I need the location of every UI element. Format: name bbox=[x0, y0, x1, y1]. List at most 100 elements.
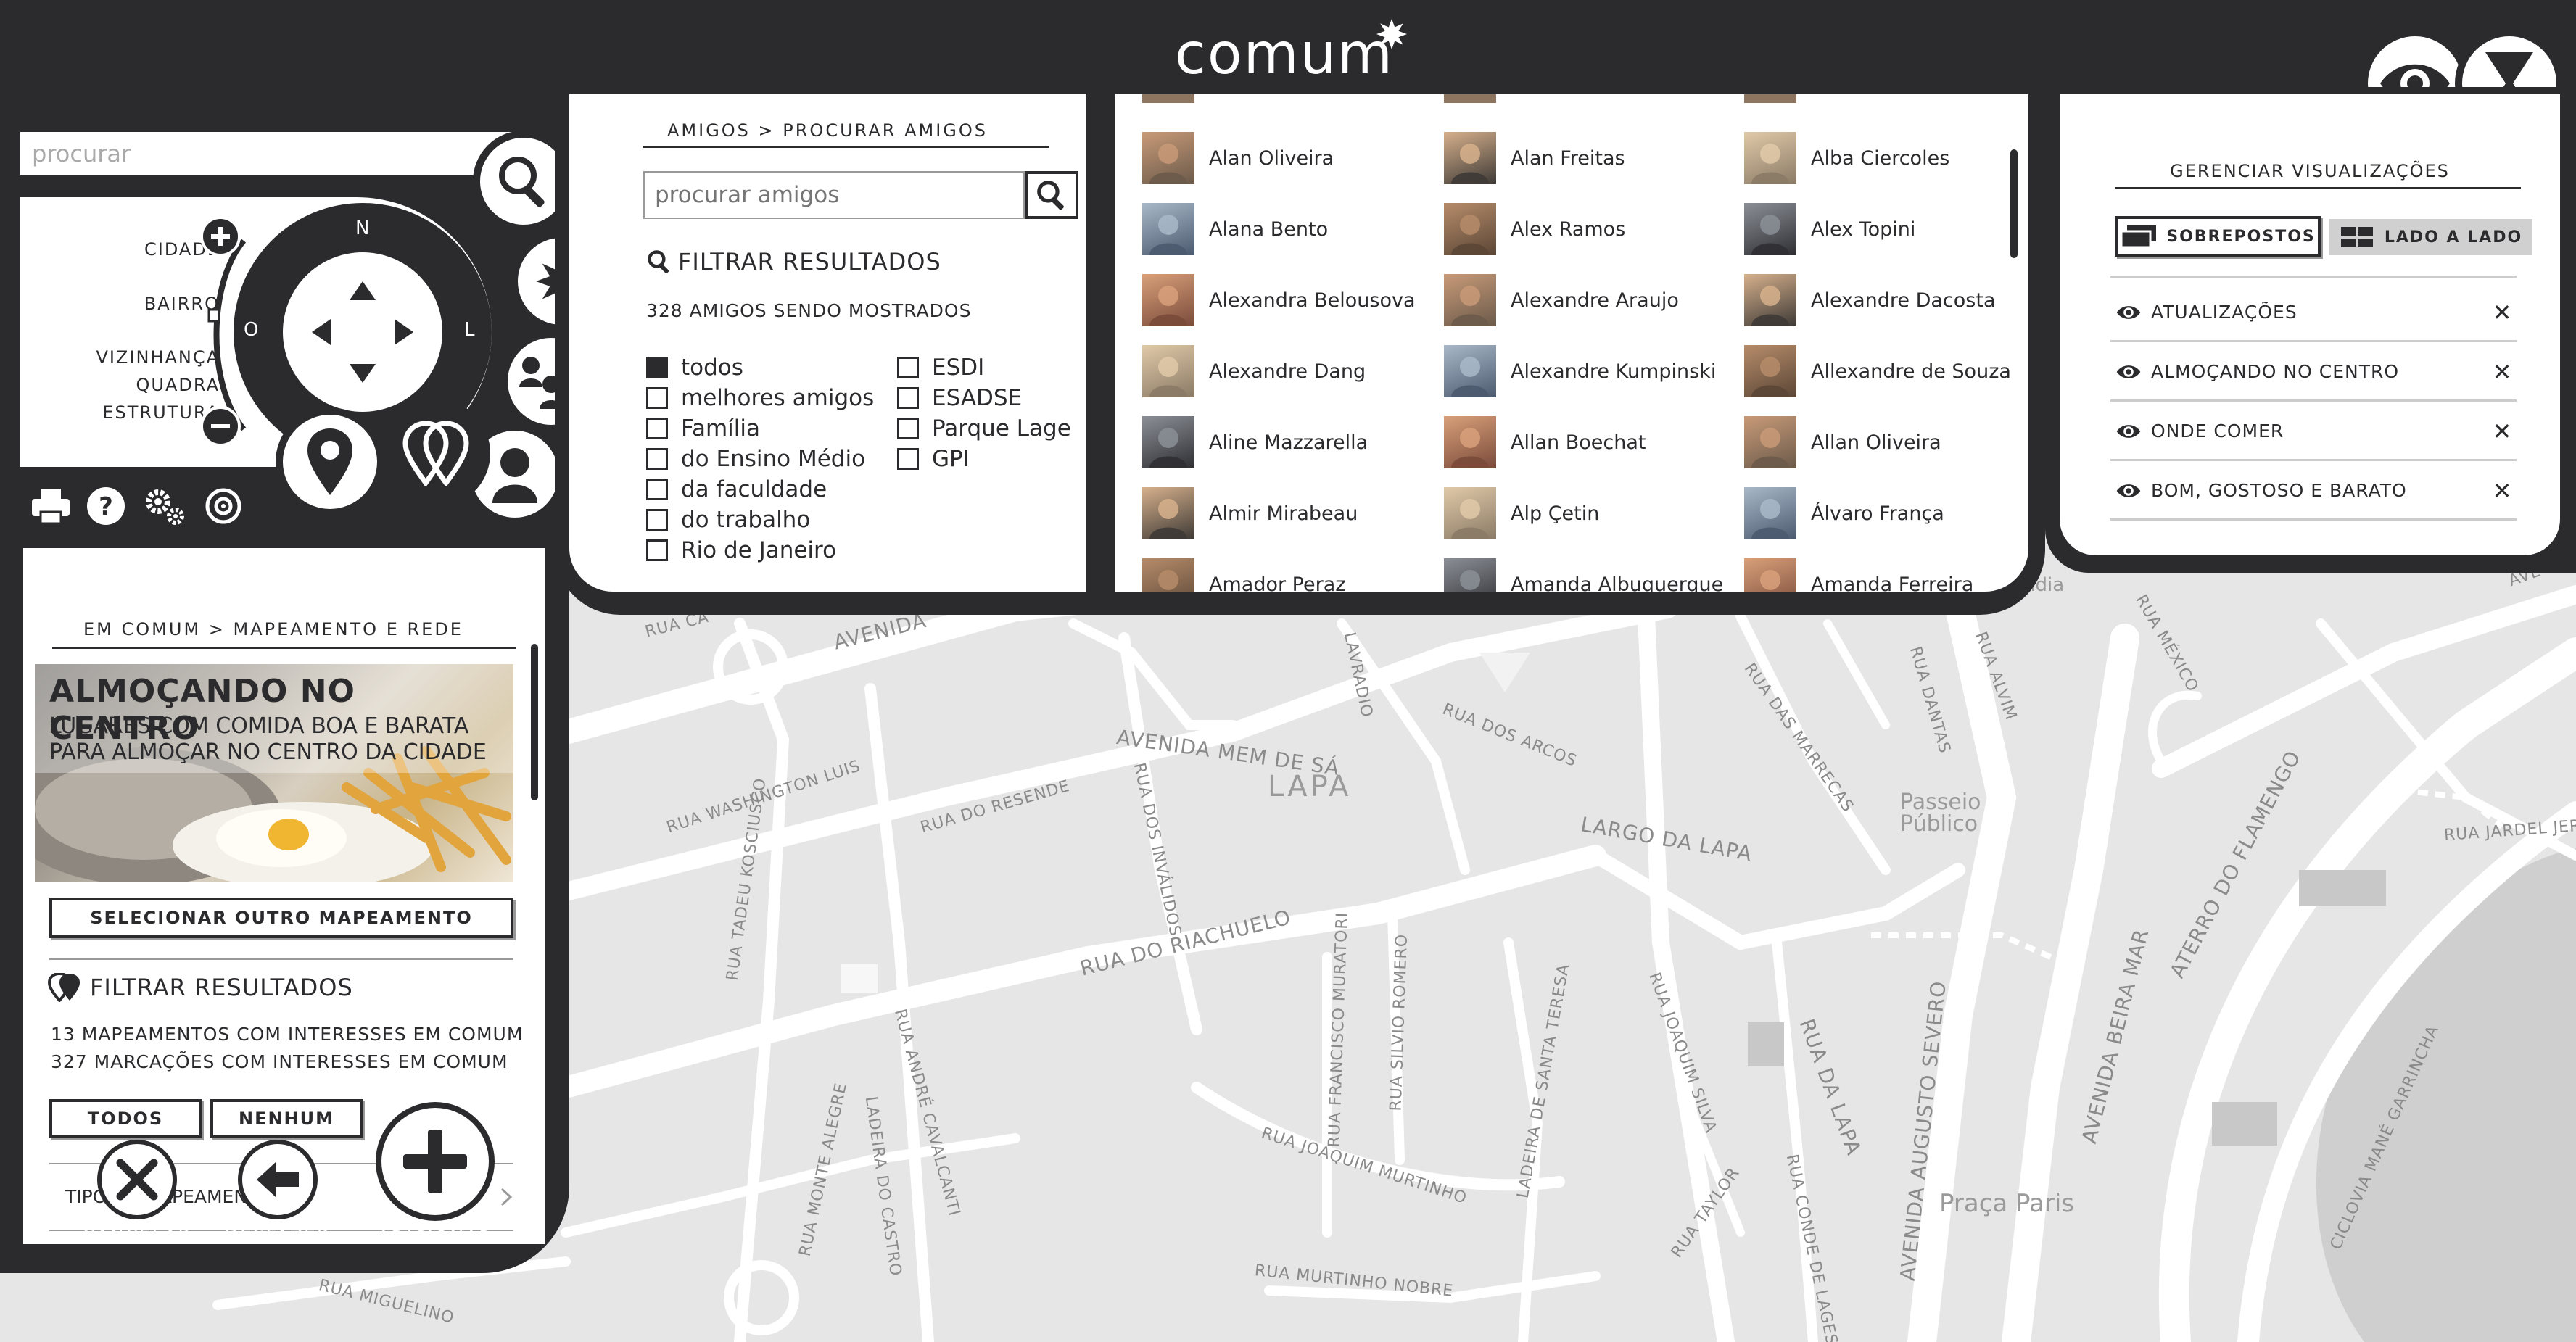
close-icon[interactable]: ✕ bbox=[2488, 418, 2517, 445]
friend-item[interactable]: Alp Çetin bbox=[1444, 487, 1599, 539]
avatar[interactable] bbox=[1744, 345, 1796, 397]
avatar[interactable] bbox=[1142, 345, 1194, 397]
select-none-button[interactable]: NENHUM bbox=[210, 1099, 363, 1138]
friend-item[interactable]: Alana Bento bbox=[1142, 203, 1328, 255]
friend-item[interactable]: Aline Mazzarella bbox=[1142, 416, 1368, 468]
avatar[interactable] bbox=[1142, 487, 1194, 539]
filter-checkbox[interactable] bbox=[646, 387, 668, 409]
friend-item[interactable]: Alex Ramos bbox=[1444, 203, 1625, 255]
eye-icon[interactable] bbox=[2116, 363, 2141, 381]
avatar[interactable] bbox=[1142, 416, 1194, 468]
view-item[interactable]: ALMOÇANDO NO CENTRO ✕ bbox=[2110, 344, 2517, 402]
avatar[interactable] bbox=[1744, 274, 1796, 326]
avatar[interactable] bbox=[1142, 274, 1194, 326]
close-icon[interactable]: ✕ bbox=[2488, 358, 2517, 386]
shared-pins-button[interactable] bbox=[381, 399, 490, 508]
friend-filter-option[interactable]: Rio de Janeiro bbox=[646, 535, 874, 566]
eye-icon[interactable] bbox=[2116, 482, 2141, 500]
avatar[interactable] bbox=[1744, 487, 1796, 539]
friend-filter-option[interactable]: da faculdade bbox=[646, 474, 874, 505]
app-logo[interactable]: comum bbox=[1175, 22, 1394, 87]
location-pin-button[interactable] bbox=[276, 407, 384, 516]
view-item[interactable]: BOM, GOSTOSO E BARATO ✕ bbox=[2110, 463, 2517, 521]
friend-item[interactable]: Amanda Albuquerque bbox=[1444, 558, 1723, 592]
side-by-side-view-button[interactable]: LADO A LADO bbox=[2329, 219, 2532, 255]
friend-filter-option[interactable]: do trabalho bbox=[646, 505, 874, 535]
settings-icon[interactable] bbox=[144, 486, 187, 526]
cancel-button[interactable] bbox=[97, 1140, 177, 1219]
friend-item[interactable]: Alan Oliveira bbox=[1142, 132, 1334, 184]
friend-item[interactable]: Álvaro França bbox=[1744, 487, 1944, 539]
add-action[interactable]: ADICIONAR bbox=[370, 1102, 500, 1248]
avatar[interactable] bbox=[1444, 558, 1496, 592]
undo-action[interactable]: DESFAZER bbox=[225, 1140, 329, 1246]
friends-search-input[interactable] bbox=[643, 171, 1025, 219]
compass-east[interactable]: L bbox=[464, 319, 475, 341]
filter-checkbox[interactable] bbox=[646, 509, 668, 531]
view-item[interactable]: ATUALIZAÇÕES ✕ bbox=[2110, 284, 2517, 342]
friend-filter-option[interactable]: ESDI bbox=[897, 352, 1071, 383]
filter-checkbox[interactable] bbox=[646, 539, 668, 561]
breadcrumb[interactable]: EM COMUM > MAPEAMENTO E REDE bbox=[23, 619, 524, 639]
avatar[interactable] bbox=[1744, 94, 1796, 103]
avatar[interactable] bbox=[1744, 132, 1796, 184]
chevron-right-icon[interactable] bbox=[499, 1186, 513, 1208]
friend-item[interactable]: Alexandre Dacosta bbox=[1744, 274, 1995, 326]
filter-checkbox[interactable] bbox=[897, 448, 919, 470]
avatar[interactable] bbox=[1444, 416, 1496, 468]
friend-item[interactable]: Alexandra Belousova bbox=[1142, 274, 1416, 326]
cancel-action[interactable]: CANCELAR bbox=[82, 1140, 191, 1246]
friend-filter-option[interactable]: do Ensino Médio bbox=[646, 444, 874, 474]
avatar[interactable] bbox=[1142, 558, 1194, 592]
avatar[interactable] bbox=[1142, 203, 1194, 255]
eye-icon[interactable] bbox=[2116, 304, 2141, 321]
add-button[interactable] bbox=[376, 1102, 495, 1221]
friend-item[interactable]: Alba Ciercoles bbox=[1744, 132, 1949, 184]
avatar[interactable] bbox=[1444, 345, 1496, 397]
friend-filter-option[interactable]: Família bbox=[646, 413, 874, 444]
friend-filter-option[interactable]: ESADSE bbox=[897, 383, 1071, 413]
avatar[interactable] bbox=[1142, 132, 1194, 184]
avatar[interactable] bbox=[1744, 558, 1796, 592]
friend-item[interactable]: Alan Freitas bbox=[1444, 132, 1625, 184]
friend-item[interactable]: Alex Topini bbox=[1744, 203, 1915, 255]
filter-checkbox[interactable] bbox=[646, 418, 668, 439]
friend-filter-option[interactable]: GPI bbox=[897, 444, 1071, 474]
undo-button[interactable] bbox=[238, 1140, 318, 1219]
friend-item[interactable]: Alexandre Dang bbox=[1142, 345, 1366, 397]
eye-icon[interactable] bbox=[2116, 423, 2141, 440]
friends-breadcrumb[interactable]: AMIGOS > PROCURAR AMIGOS bbox=[569, 120, 1086, 141]
select-all-button[interactable]: TODOS bbox=[49, 1099, 202, 1138]
filter-checkbox[interactable] bbox=[897, 357, 919, 378]
avatar[interactable] bbox=[1444, 94, 1496, 103]
close-icon[interactable]: ✕ bbox=[2488, 299, 2517, 326]
friend-list-scrollbar[interactable] bbox=[2010, 149, 2018, 258]
friend-item[interactable]: Alexandre Araujo bbox=[1444, 274, 1679, 326]
friend-item[interactable]: Amador Peraz bbox=[1142, 558, 1345, 592]
compass-west[interactable]: O bbox=[244, 319, 258, 341]
avatar[interactable] bbox=[1744, 203, 1796, 255]
filter-checkbox[interactable] bbox=[646, 479, 668, 500]
friend-filter-option[interactable]: Parque Lage bbox=[897, 413, 1071, 444]
overlay-view-button[interactable]: SOBREPOSTOS bbox=[2115, 216, 2321, 257]
avatar[interactable] bbox=[1444, 132, 1496, 184]
search-input[interactable] bbox=[20, 132, 521, 175]
friend-filter-option[interactable]: melhores amigos bbox=[646, 383, 874, 413]
friend-item[interactable]: Allan Boechat bbox=[1444, 416, 1646, 468]
filter-checkbox[interactable] bbox=[646, 357, 668, 378]
view-item[interactable]: ONDE COMER ✕ bbox=[2110, 403, 2517, 461]
select-other-mapping-button[interactable]: SELECIONAR OUTRO MAPEAMENTO bbox=[49, 898, 513, 938]
friends-search-button[interactable] bbox=[1025, 171, 1078, 219]
avatar[interactable] bbox=[1744, 416, 1796, 468]
target-icon[interactable] bbox=[203, 486, 244, 526]
friend-filter-option[interactable]: todos bbox=[646, 352, 874, 383]
filter-checkbox[interactable] bbox=[897, 418, 919, 439]
avatar[interactable] bbox=[1142, 94, 1194, 103]
friend-item[interactable]: Allan Oliveira bbox=[1744, 416, 1941, 468]
filter-checkbox[interactable] bbox=[897, 387, 919, 409]
avatar[interactable] bbox=[1444, 203, 1496, 255]
mapping-hero-image[interactable]: ALMOÇANDO NO CENTRO LUGARES COM COMIDA B… bbox=[35, 664, 513, 882]
help-icon[interactable]: ? bbox=[86, 486, 126, 526]
mapping-scrollbar[interactable] bbox=[531, 644, 538, 800]
friend-item[interactable]: Allexandre de Souza bbox=[1744, 345, 2011, 397]
